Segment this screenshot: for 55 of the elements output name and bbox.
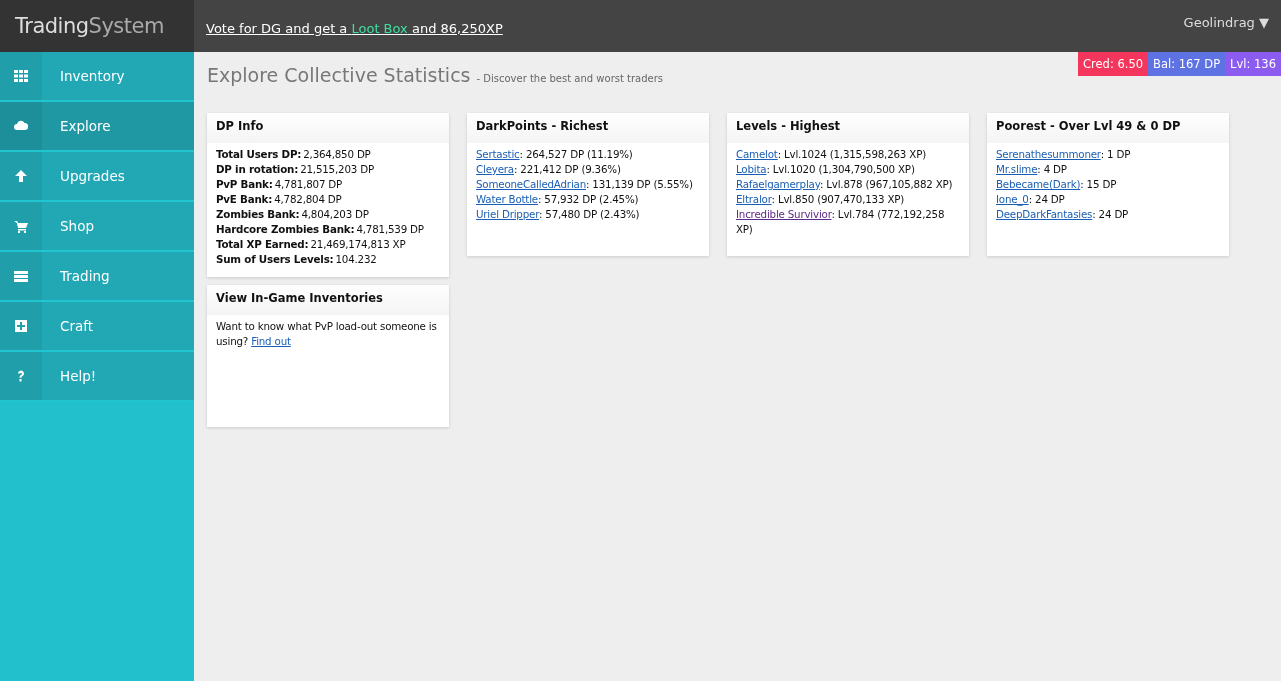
ranking-entry: Uriel Dripper: 57,480 DP (2.43%) — [476, 207, 641, 222]
player-link[interactable]: Camelot — [736, 148, 778, 160]
page-title: Explore Collective Statistics — [207, 64, 471, 86]
player-link[interactable]: SomeoneCalledAdrian — [476, 178, 586, 190]
cart-icon — [14, 219, 28, 233]
stat-line: Hardcore Zombies Bank: 4,781,539 DP — [216, 222, 425, 237]
stat-line: Total XP Earned: 21,469,174,813 XP — [216, 237, 407, 252]
app-logo[interactable]: TradingSystem — [0, 0, 194, 52]
player-link[interactable]: Water Bottle — [476, 193, 538, 205]
cloud-icon — [14, 119, 28, 133]
ranking-entry: Serenathesummoner: 1 DP — [996, 147, 1132, 162]
up-arrow-icon — [14, 169, 28, 183]
player-link[interactable]: Rafaelgamerplay — [736, 178, 820, 190]
card-title: Poorest - Over Lvl 49 & 0 DP — [987, 113, 1229, 143]
ranking-entry: Sertastic: 264,527 DP (11.19%) — [476, 147, 634, 162]
ranking-entry: Mr.slime: 4 DP — [996, 162, 1068, 177]
stat-line: Total Users DP: 2,364,850 DP — [216, 147, 372, 162]
card-title: Levels - Highest — [727, 113, 969, 143]
vote-link[interactable]: Vote for DG and get a Loot Box and 86,250XP — [206, 21, 503, 36]
list-icon — [14, 269, 28, 283]
player-link[interactable]: Sertastic — [476, 148, 520, 160]
find-out-link[interactable]: Find out — [251, 335, 291, 347]
ranking-entry: Cleyera: 221,412 DP (9.36%) — [476, 162, 622, 177]
player-link[interactable]: Eltralor — [736, 193, 772, 205]
ranking-entry: Rafaelgamerplay: Lvl.878 (967,105,882 XP) — [736, 177, 954, 192]
player-link[interactable]: Ione_0 — [996, 193, 1029, 205]
grid-icon — [14, 69, 28, 83]
ranking-entry: Bebecame(Dark): 15 DP — [996, 177, 1118, 192]
ranking-entry: Incredible Survivior: Lvl.784 (772,192,258 XP) — [736, 207, 946, 237]
stat-badge: Bal: 167 DP — [1148, 52, 1226, 76]
player-link[interactable]: Incredible Survivior — [736, 208, 832, 220]
stat-line: Sum of Users Levels: 104.232 — [216, 252, 378, 267]
stat-line: PvE Bank: 4,782,804 DP — [216, 192, 343, 207]
player-link[interactable]: Uriel Dripper — [476, 208, 539, 220]
ranking-entry: Lobita: Lvl.1020 (1,304,790,500 XP) — [736, 162, 916, 177]
ranking-entry: Ione_0: 24 DP — [996, 192, 1066, 207]
ranking-entry: Camelot: Lvl.1024 (1,315,598,263 XP) — [736, 147, 927, 162]
card-title: DarkPoints - Richest — [467, 113, 709, 143]
player-link[interactable]: Cleyera — [476, 163, 514, 175]
sidebar-item[interactable]: Explore — [0, 102, 194, 152]
stat-line: PvP Bank: 4,781,807 DP — [216, 177, 344, 192]
card-title: View In-Game Inventories — [207, 285, 449, 315]
ranking-entry: DeepDarkFantasies: 24 DP — [996, 207, 1130, 222]
info-text: Want to know what PvP load-out someone is using? Find out — [216, 319, 438, 349]
ranking-entry: Water Bottle: 57,932 DP (2.45%) — [476, 192, 640, 207]
ranking-entry: Eltralor: Lvl.850 (907,470,133 XP) — [736, 192, 906, 207]
player-link[interactable]: Serenathesummoner — [996, 148, 1101, 160]
stat-badge: Lvl: 136 — [1225, 52, 1281, 76]
ranking-entry: SomeoneCalledAdrian: 131,139 DP (5.55%) — [476, 177, 694, 192]
user-menu[interactable]: Geolindrag ▼ — [1183, 15, 1269, 30]
stat-line: DP in rotation: 21,515,203 DP — [216, 162, 375, 177]
card-title: DP Info — [207, 113, 449, 143]
stat-badge: Cred: 6.50 — [1078, 52, 1149, 76]
stat-line: Zombies Bank: 4,804,203 DP — [216, 207, 370, 222]
page-subtitle: - Discover the best and worst traders — [476, 73, 664, 84]
